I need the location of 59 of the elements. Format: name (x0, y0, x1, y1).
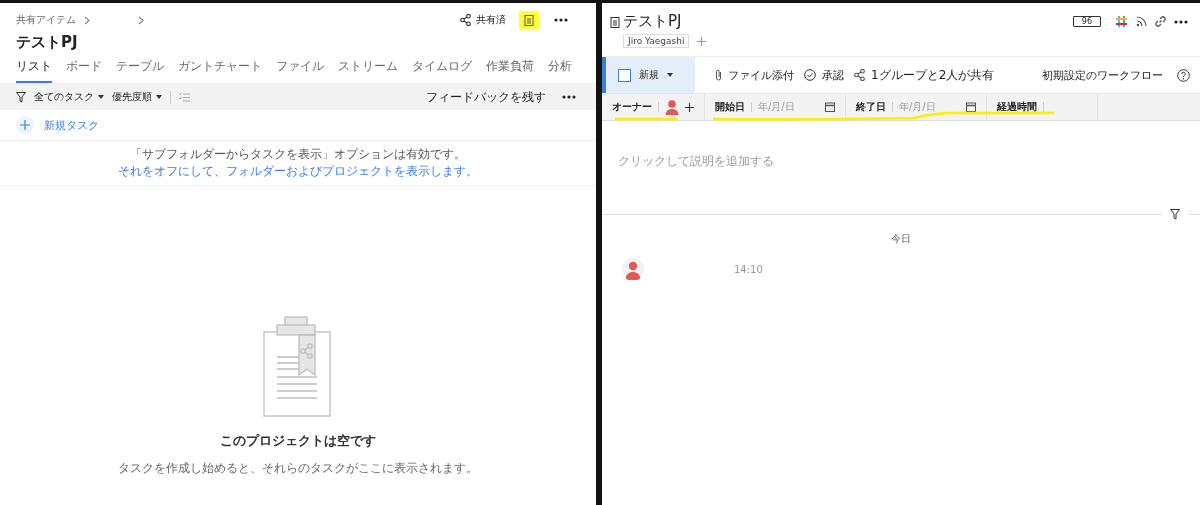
new-task-button[interactable]: 新規タスク (44, 117, 99, 133)
link-icon[interactable] (1155, 16, 1166, 27)
task-title: テストPJ (623, 12, 682, 31)
field-label: 経過時間 (997, 100, 1037, 114)
more-icon[interactable] (554, 18, 568, 22)
more-icon[interactable] (1174, 19, 1188, 24)
approve-button[interactable]: 承認 (822, 67, 844, 83)
help-icon[interactable] (1177, 68, 1190, 82)
checklist-icon[interactable] (179, 92, 190, 102)
paperclip-icon[interactable] (715, 69, 722, 81)
view-tab[interactable]: テーブル (116, 58, 164, 83)
view-tab[interactable]: 作業負荷 (486, 58, 534, 83)
filter-icon[interactable] (16, 91, 26, 103)
caret-icon[interactable] (667, 73, 673, 77)
project-title: テストPJ (15, 32, 79, 52)
more-icon[interactable] (562, 95, 576, 99)
calendar-icon[interactable] (966, 102, 976, 112)
field-label: 終了日 (856, 100, 886, 114)
view-tab[interactable]: ストリーム (338, 58, 398, 83)
empty-state-message: タスクを作成し始めると、それらのタスクがここに表示されます。 (118, 459, 478, 477)
feedback-link[interactable]: フィードバックを残す (426, 88, 546, 106)
day-label: 今日 (890, 232, 912, 246)
calendar-icon[interactable] (825, 102, 835, 112)
plus-icon[interactable] (685, 102, 694, 112)
count-badge: 96 (1072, 16, 1101, 27)
chevron-right-icon (84, 15, 90, 25)
new-button[interactable]: 新規 (602, 57, 695, 93)
breadcrumb-link[interactable]: 共有アイテム (16, 13, 76, 27)
share-icon[interactable] (460, 14, 471, 26)
person-avatar-icon[interactable] (665, 99, 679, 115)
assignee-tag[interactable]: Jiro Yaegashi (623, 34, 690, 48)
empty-state-title: このプロジェクトは空です (220, 431, 376, 450)
view-tab[interactable]: ボード (66, 58, 102, 83)
chevron-right-icon (138, 15, 144, 25)
view-tab[interactable]: 分析 (548, 58, 572, 83)
check-circle-icon[interactable] (804, 69, 816, 81)
hash-icon[interactable] (1115, 15, 1128, 28)
sort-dropdown[interactable]: 優先度順 (112, 90, 162, 104)
task-filter-dropdown[interactable]: 全てのタスク (34, 90, 104, 104)
shared-with-button[interactable]: 1グループと2人が共有 (871, 66, 995, 84)
timestamp: 14:10 (734, 263, 763, 275)
workflow-dropdown[interactable]: 初期設定のワークフロー (1042, 67, 1163, 83)
view-tab[interactable]: ファイル (276, 58, 324, 83)
person-avatar-icon (622, 258, 644, 280)
clipboard-icon (610, 15, 620, 28)
notice-link[interactable]: それをオフにして、フォルダーおよびプロジェクトを表示します。 (118, 163, 478, 178)
view-tab[interactable]: タイムログ (412, 58, 472, 83)
view-tab[interactable]: ガントチャート (178, 58, 262, 83)
shared-status[interactable]: 共有済 (476, 13, 506, 27)
rss-icon[interactable] (1136, 16, 1147, 27)
field-label: 開始日 (715, 100, 745, 114)
clipboard-icon[interactable] (519, 11, 539, 29)
share-icon[interactable] (854, 69, 865, 81)
caret-icon[interactable] (98, 95, 104, 99)
notice-text: 「サブフォルダーからタスクを表示」オプションは有効です。 (130, 147, 466, 161)
caret-icon[interactable] (156, 95, 162, 99)
attach-file-button[interactable]: ファイル添付 (728, 67, 794, 83)
field-label: オーナー (612, 100, 652, 114)
filter-icon[interactable] (1170, 209, 1180, 220)
